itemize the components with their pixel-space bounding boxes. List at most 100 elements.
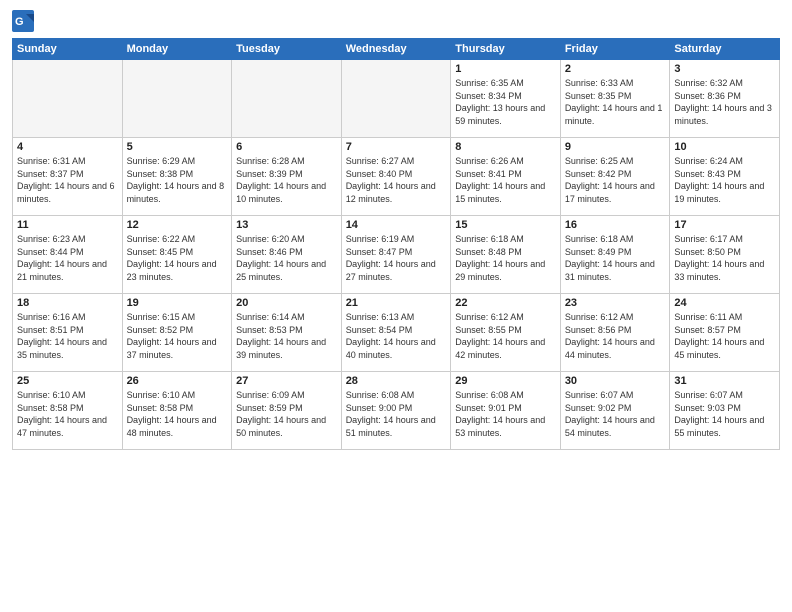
day-number: 16 [565,219,666,231]
day-number: 11 [17,219,118,231]
day-number: 7 [346,141,447,153]
day-number: 30 [565,375,666,387]
table-row: 4 Sunrise: 6:31 AMSunset: 8:37 PMDaylight… [13,138,123,216]
day-number: 12 [127,219,228,231]
col-friday: Friday [560,39,670,60]
table-row: 11Sunrise: 6:23 AMSunset: 8:44 PMDayligh… [13,216,123,294]
day-number: 14 [346,219,447,231]
day-info: Sunrise: 6:27 AMSunset: 8:40 PMDaylight:… [346,155,447,205]
day-number: 29 [455,375,556,387]
table-row: 23Sunrise: 6:12 AMSunset: 8:56 PMDayligh… [560,294,670,372]
day-info: Sunrise: 6:26 AMSunset: 8:41 PMDaylight:… [455,155,556,205]
day-info: Sunrise: 6:35 AMSunset: 8:34 PMDaylight:… [455,77,556,127]
day-number: 6 [236,141,337,153]
day-info: Sunrise: 6:31 AMSunset: 8:37 PMDaylight:… [17,155,118,205]
col-saturday: Saturday [670,39,780,60]
calendar-week-row: 18Sunrise: 6:16 AMSunset: 8:51 PMDayligh… [13,294,780,372]
day-info: Sunrise: 6:10 AMSunset: 8:58 PMDaylight:… [127,389,228,439]
table-row: 27 Sunrise: 6:09 AMSunset: 8:59 PMDayligh… [232,372,342,450]
table-row: 5 Sunrise: 6:29 AMSunset: 8:38 PMDaylight… [122,138,232,216]
day-number: 24 [674,297,775,309]
table-row: 12 Sunrise: 6:22 AMSunset: 8:45 PMDayligh… [122,216,232,294]
table-row: 29 Sunrise: 6:08 AMSunset: 9:01 PMDayligh… [451,372,561,450]
calendar-week-row: 1Sunrise: 6:35 AMSunset: 8:34 PMDaylight… [13,60,780,138]
day-number: 8 [455,141,556,153]
day-number: 10 [674,141,775,153]
day-info: Sunrise: 6:18 AMSunset: 8:48 PMDaylight:… [455,233,556,283]
calendar-week-row: 11Sunrise: 6:23 AMSunset: 8:44 PMDayligh… [13,216,780,294]
day-info: Sunrise: 6:12 AMSunset: 8:56 PMDaylight:… [565,311,666,361]
col-wednesday: Wednesday [341,39,451,60]
day-info: Sunrise: 6:17 AMSunset: 8:50 PMDaylight:… [674,233,775,283]
calendar-week-row: 4 Sunrise: 6:31 AMSunset: 8:37 PMDaylight… [13,138,780,216]
col-thursday: Thursday [451,39,561,60]
day-info: Sunrise: 6:08 AMSunset: 9:00 PMDaylight:… [346,389,447,439]
day-number: 27 [236,375,337,387]
table-row [13,60,123,138]
table-row: 18Sunrise: 6:16 AMSunset: 8:51 PMDayligh… [13,294,123,372]
day-info: Sunrise: 6:13 AMSunset: 8:54 PMDaylight:… [346,311,447,361]
day-info: Sunrise: 6:29 AMSunset: 8:38 PMDaylight:… [127,155,228,205]
day-number: 19 [127,297,228,309]
table-row: 28 Sunrise: 6:08 AMSunset: 9:00 PMDayligh… [341,372,451,450]
day-number: 21 [346,297,447,309]
table-row: 19 Sunrise: 6:15 AMSunset: 8:52 PMDayligh… [122,294,232,372]
logo: G [12,10,39,32]
day-info: Sunrise: 6:32 AMSunset: 8:36 PMDaylight:… [674,77,775,127]
page-header: G [12,10,780,32]
table-row: 6 Sunrise: 6:28 AMSunset: 8:39 PMDaylight… [232,138,342,216]
table-row: 9Sunrise: 6:25 AMSunset: 8:42 PMDaylight… [560,138,670,216]
day-number: 28 [346,375,447,387]
day-number: 18 [17,297,118,309]
table-row [341,60,451,138]
table-row: 30 Sunrise: 6:07 AMSunset: 9:02 PMDayligh… [560,372,670,450]
day-number: 31 [674,375,775,387]
table-row: 20 Sunrise: 6:14 AMSunset: 8:53 PMDayligh… [232,294,342,372]
table-row: 24 Sunrise: 6:11 AMSunset: 8:57 PMDayligh… [670,294,780,372]
day-info: Sunrise: 6:19 AMSunset: 8:47 PMDaylight:… [346,233,447,283]
table-row: 22Sunrise: 6:12 AMSunset: 8:55 PMDayligh… [451,294,561,372]
day-info: Sunrise: 6:15 AMSunset: 8:52 PMDaylight:… [127,311,228,361]
col-tuesday: Tuesday [232,39,342,60]
day-info: Sunrise: 6:07 AMSunset: 9:03 PMDaylight:… [674,389,775,439]
day-number: 13 [236,219,337,231]
col-monday: Monday [122,39,232,60]
day-number: 5 [127,141,228,153]
svg-text:G: G [15,16,24,28]
day-info: Sunrise: 6:14 AMSunset: 8:53 PMDaylight:… [236,311,337,361]
day-info: Sunrise: 6:11 AMSunset: 8:57 PMDaylight:… [674,311,775,361]
day-info: Sunrise: 6:09 AMSunset: 8:59 PMDaylight:… [236,389,337,439]
table-row: 15 Sunrise: 6:18 AMSunset: 8:48 PMDayligh… [451,216,561,294]
day-info: Sunrise: 6:08 AMSunset: 9:01 PMDaylight:… [455,389,556,439]
table-row: 7 Sunrise: 6:27 AMSunset: 8:40 PMDaylight… [341,138,451,216]
table-row [232,60,342,138]
calendar-header-row: Sunday Monday Tuesday Wednesday Thursday… [13,39,780,60]
day-info: Sunrise: 6:18 AMSunset: 8:49 PMDaylight:… [565,233,666,283]
calendar-week-row: 25 Sunrise: 6:10 AMSunset: 8:58 PMDayligh… [13,372,780,450]
day-info: Sunrise: 6:22 AMSunset: 8:45 PMDaylight:… [127,233,228,283]
calendar-table: Sunday Monday Tuesday Wednesday Thursday… [12,38,780,450]
table-row: 8 Sunrise: 6:26 AMSunset: 8:41 PMDaylight… [451,138,561,216]
table-row: 21 Sunrise: 6:13 AMSunset: 8:54 PMDayligh… [341,294,451,372]
col-sunday: Sunday [13,39,123,60]
day-info: Sunrise: 6:10 AMSunset: 8:58 PMDaylight:… [17,389,118,439]
day-info: Sunrise: 6:20 AMSunset: 8:46 PMDaylight:… [236,233,337,283]
day-info: Sunrise: 6:24 AMSunset: 8:43 PMDaylight:… [674,155,775,205]
day-number: 25 [17,375,118,387]
day-number: 26 [127,375,228,387]
day-info: Sunrise: 6:07 AMSunset: 9:02 PMDaylight:… [565,389,666,439]
day-number: 4 [17,141,118,153]
table-row: 16 Sunrise: 6:18 AMSunset: 8:49 PMDayligh… [560,216,670,294]
day-number: 3 [674,63,775,75]
day-info: Sunrise: 6:25 AMSunset: 8:42 PMDaylight:… [565,155,666,205]
table-row: 25 Sunrise: 6:10 AMSunset: 8:58 PMDayligh… [13,372,123,450]
day-number: 15 [455,219,556,231]
table-row: 26 Sunrise: 6:10 AMSunset: 8:58 PMDayligh… [122,372,232,450]
table-row: 17 Sunrise: 6:17 AMSunset: 8:50 PMDayligh… [670,216,780,294]
table-row: 2Sunrise: 6:33 AMSunset: 8:35 PMDaylight… [560,60,670,138]
day-number: 17 [674,219,775,231]
day-number: 20 [236,297,337,309]
table-row: 1Sunrise: 6:35 AMSunset: 8:34 PMDaylight… [451,60,561,138]
day-info: Sunrise: 6:28 AMSunset: 8:39 PMDaylight:… [236,155,337,205]
day-number: 2 [565,63,666,75]
